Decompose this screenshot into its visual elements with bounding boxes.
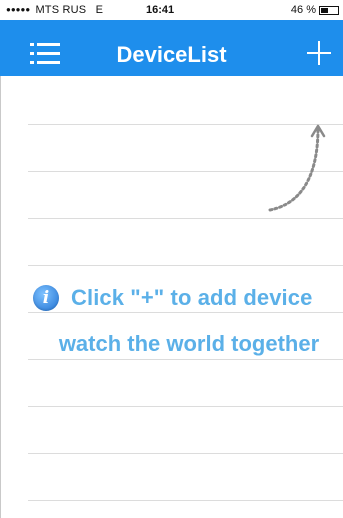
status-time: 16:41	[146, 4, 175, 16]
list-row-divider	[28, 218, 343, 219]
status-bar: ●●●●● MTS RUS E 16:41 46 %	[0, 0, 343, 20]
empty-hint-line1: i Click "+" to add device	[33, 281, 343, 315]
signal-strength-icon: ●●●●●	[6, 5, 31, 14]
dotted-arrow-icon	[268, 124, 326, 212]
network-type: E	[95, 4, 104, 16]
battery-status: 46 %	[291, 4, 339, 16]
list-row-divider	[28, 265, 343, 266]
info-icon: i	[33, 285, 59, 311]
page-title: DeviceList	[116, 42, 227, 67]
add-device-hint: Click "+" to add device	[71, 285, 313, 310]
list-row-divider	[28, 359, 343, 360]
carrier-name: MTS RUS	[35, 4, 87, 16]
nav-bar: DeviceList	[0, 20, 343, 76]
empty-hint-line2: watch the world together	[58, 331, 320, 356]
battery-percent: 46 %	[290, 4, 316, 16]
carrier-info: ●●●●● MTS RUS E	[6, 4, 103, 16]
list-row-divider	[28, 406, 343, 407]
list-left-border	[0, 76, 1, 518]
battery-icon	[319, 5, 339, 15]
add-device-button[interactable]	[307, 41, 331, 65]
list-row-divider	[28, 453, 343, 454]
list-row-divider	[28, 500, 343, 501]
